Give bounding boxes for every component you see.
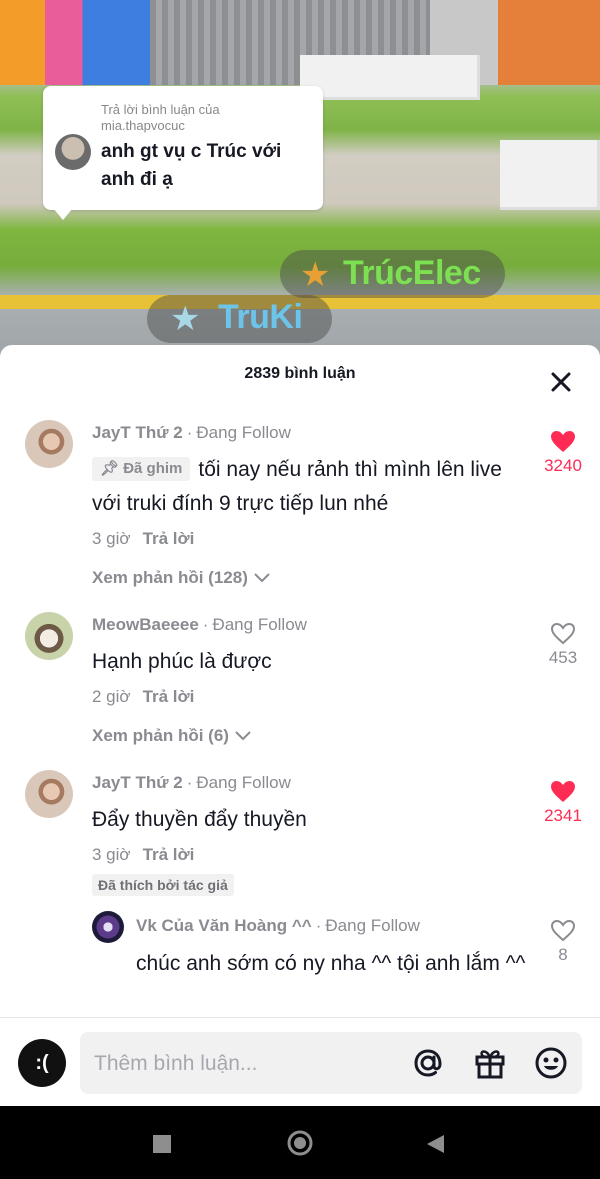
- comment-text: 📌︎ Đã ghim tối nay nếu rảnh thì mình lên …: [92, 457, 502, 515]
- heart-outline-icon: [550, 919, 576, 942]
- chevron-down-icon: [253, 573, 270, 583]
- emoji-button[interactable]: [533, 1045, 569, 1081]
- like-button[interactable]: 8: [533, 919, 593, 965]
- star-icon: ★: [170, 300, 201, 338]
- reply-to-label: Trả lời bình luận của mia.thapvocuc: [101, 102, 220, 133]
- comment-input-bar: :(: [0, 1017, 600, 1107]
- comment-text: chúc anh sớm có ny nha ^^ tội anh lắm ^^: [136, 952, 526, 975]
- reply-card[interactable]: Trả lời bình luận của mia.thapvocuc anh …: [43, 86, 323, 220]
- comment-item: JayT Thứ 2 · Đang Follow 📌︎ Đã ghim tối nay…: [0, 420, 600, 595]
- comment-sheet: 2839 bình luận JayT Thứ 2 · Đang Follow 📌︎…: [0, 345, 600, 1106]
- comment-username[interactable]: JayT Thứ 2: [92, 773, 183, 792]
- video-white-block: [500, 140, 600, 210]
- comment-input-container[interactable]: [80, 1032, 582, 1094]
- view-replies-button[interactable]: Xem phản hồi (128): [92, 568, 271, 588]
- comment-meta: 2 giờ Trả lời: [92, 687, 194, 707]
- triangle-back-icon: [427, 1135, 444, 1153]
- reply-button[interactable]: Trả lời: [143, 529, 195, 548]
- comment-username[interactable]: Vk Của Văn Hoàng ^^: [136, 916, 312, 935]
- follow-status: Đang Follow: [212, 615, 307, 634]
- close-icon: [551, 372, 571, 392]
- circle-icon: [287, 1130, 313, 1156]
- comment-header: JayT Thứ 2 · Đang Follow: [92, 423, 291, 442]
- reply-button[interactable]: Trả lời: [143, 687, 195, 706]
- gift-button[interactable]: [472, 1045, 508, 1081]
- avatar[interactable]: [25, 420, 73, 468]
- comment-item: JayT Thứ 2 · Đang Follow Đẩy thuyền đẩy th…: [0, 770, 600, 896]
- like-button[interactable]: 453: [533, 622, 593, 668]
- follow-status: Đang Follow: [325, 916, 420, 935]
- comment-input[interactable]: [92, 1046, 396, 1082]
- comment-username[interactable]: MeowBaeeee: [92, 615, 199, 634]
- comment-time: 3 giờ: [92, 529, 131, 548]
- reply-avatar: [55, 134, 91, 170]
- pinned-badge: 📌︎ Đã ghim: [92, 457, 191, 481]
- my-avatar[interactable]: :(: [18, 1039, 66, 1087]
- comment-text: Đẩy thuyền đẩy thuyền: [92, 808, 307, 831]
- liked-by-author-badge: Đã thích bởi tác giả: [92, 874, 234, 896]
- heart-filled-icon: [551, 431, 575, 452]
- comment-header: JayT Thứ 2 · Đang Follow: [92, 773, 291, 792]
- close-button[interactable]: [548, 369, 574, 395]
- like-count: 8: [558, 945, 568, 964]
- comment-header: MeowBaeeee · Đang Follow: [92, 615, 307, 634]
- avatar[interactable]: [25, 612, 73, 660]
- video-background[interactable]: Trả lời bình luận của mia.thapvocuc anh …: [0, 0, 600, 370]
- tag-truki-label: TruKi: [218, 298, 303, 336]
- comment-header: Vk Của Văn Hoàng ^^ · Đang Follow: [136, 916, 420, 935]
- comment-username[interactable]: JayT Thứ 2: [92, 423, 183, 442]
- reply-comment-item: Vk Của Văn Hoàng ^^ · Đang Follow chúc anh…: [0, 911, 600, 1021]
- avatar[interactable]: [92, 911, 124, 943]
- heart-filled-icon: [551, 781, 575, 802]
- home-button[interactable]: [286, 1129, 314, 1162]
- square-icon: [153, 1135, 171, 1153]
- tag-trucelec-label: TrúcElec: [343, 254, 481, 292]
- comment-time: 3 giờ: [92, 845, 131, 864]
- like-count: 453: [548, 648, 578, 667]
- reply-button[interactable]: Trả lời: [143, 845, 195, 864]
- emoji-icon: [535, 1047, 567, 1079]
- back-button[interactable]: [424, 1133, 446, 1160]
- video-white-fence: [300, 55, 480, 100]
- my-avatar-text: :(: [35, 1052, 49, 1074]
- chevron-down-icon: [234, 731, 251, 741]
- comment-count-title: 2839 bình luận: [244, 365, 356, 382]
- at-icon: [414, 1049, 442, 1077]
- like-count: 2341: [544, 806, 582, 825]
- comment-text: Hạnh phúc là được: [92, 650, 272, 673]
- view-replies-button[interactable]: Xem phản hồi (6): [92, 726, 252, 746]
- star-icon: ★: [300, 256, 331, 294]
- follow-status: Đang Follow: [196, 773, 291, 792]
- avatar[interactable]: [25, 770, 73, 818]
- android-navigation-bar: [0, 1106, 600, 1179]
- comment-meta: 3 giờ Trả lời: [92, 845, 194, 865]
- follow-status: Đang Follow: [196, 423, 291, 442]
- like-button[interactable]: 2341: [533, 780, 593, 826]
- like-count: 3240: [544, 456, 582, 475]
- comment-time: 2 giờ: [92, 687, 131, 706]
- comment-meta: 3 giờ Trả lời: [92, 529, 194, 549]
- gift-icon: [475, 1050, 505, 1079]
- recents-button[interactable]: [152, 1134, 172, 1159]
- pin-icon: 📌︎: [100, 460, 120, 477]
- reply-card-comment: anh gt vụ c Trúc với anh đi ạ: [101, 141, 282, 190]
- heart-outline-icon: [550, 622, 576, 645]
- video-building-left: [0, 0, 150, 85]
- like-button[interactable]: 3240: [533, 430, 593, 476]
- comment-item: MeowBaeeee · Đang Follow Hạnh phúc là được…: [0, 612, 600, 757]
- mention-button[interactable]: [410, 1045, 446, 1081]
